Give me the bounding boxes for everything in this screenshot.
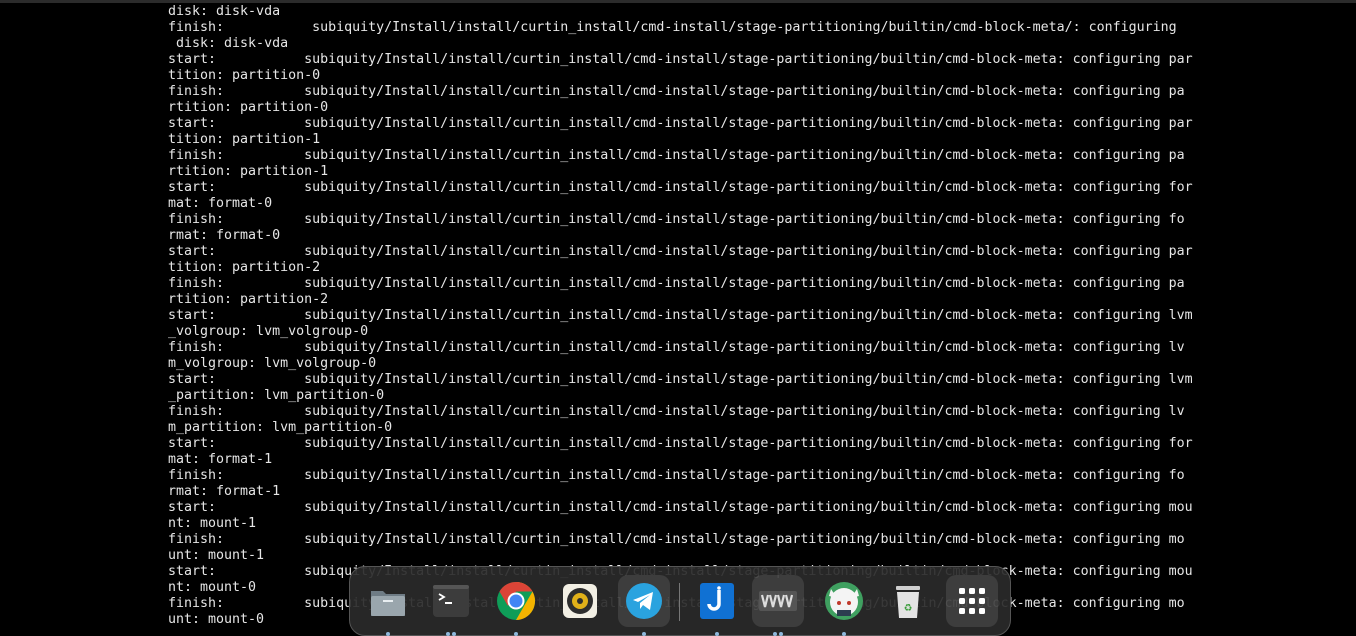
dock-item-chrome[interactable] bbox=[490, 575, 542, 636]
terminal-line: start: subiquity/Install/install/curtin_… bbox=[168, 52, 1193, 67]
terminal-line: m_partition: lvm_partition-0 bbox=[168, 420, 393, 435]
telegram-icon bbox=[626, 583, 662, 619]
terminal-line: start: subiquity/Install/install/curtin_… bbox=[168, 308, 1193, 323]
terminal-icon bbox=[433, 585, 469, 617]
dock-item-vmware[interactable] bbox=[752, 575, 804, 636]
dock-item-terminal[interactable] bbox=[425, 575, 477, 636]
terminal-line: rtition: partition-1 bbox=[168, 164, 329, 179]
dock: ♻ bbox=[349, 566, 1011, 636]
terminal-line: tition: partition-1 bbox=[168, 132, 321, 147]
terminal-line: _partition: lvm_partition-0 bbox=[168, 388, 385, 403]
show-apps-icon bbox=[959, 588, 985, 614]
terminal-output: disk: disk-vda finish: subiquity/Install/… bbox=[168, 4, 1208, 628]
terminal-line: start: subiquity/Install/install/curtin_… bbox=[168, 180, 1193, 195]
dock-item-joplin[interactable] bbox=[691, 575, 743, 636]
trash-icon: ♻ bbox=[896, 586, 920, 618]
terminal-line: nt: mount-1 bbox=[168, 516, 257, 531]
terminal-line: finish: subiquity/Install/install/curtin… bbox=[168, 84, 1185, 99]
terminal-line: mat: format-1 bbox=[168, 452, 273, 467]
running-indicator bbox=[425, 632, 477, 636]
terminal-line: finish: subiquity/Install/install/curtin… bbox=[168, 148, 1185, 163]
dock-item-rhythmbox[interactable] bbox=[554, 575, 606, 627]
dock-separator bbox=[679, 583, 680, 621]
terminal-line: finish: subiquity/Install/install/curtin… bbox=[168, 20, 1177, 35]
terminal-line: disk: disk-vda bbox=[168, 36, 289, 51]
terminal-line: unt: mount-1 bbox=[168, 548, 265, 563]
dock-item-anime-avatar[interactable] bbox=[818, 575, 870, 636]
dock-item-trash[interactable]: ♻ bbox=[882, 575, 934, 627]
terminal-line: finish: subiquity/Install/install/curtin… bbox=[168, 212, 1185, 227]
terminal-line: finish: subiquity/Install/install/curtin… bbox=[168, 532, 1185, 547]
dock-item-files[interactable] bbox=[362, 575, 414, 636]
dock-item-show-apps[interactable] bbox=[946, 575, 998, 627]
joplin-icon bbox=[700, 583, 734, 619]
terminal-line: mat: format-0 bbox=[168, 196, 273, 211]
terminal-line: finish: subiquity/Install/install/curtin… bbox=[168, 276, 1185, 291]
terminal-line: tition: partition-2 bbox=[168, 260, 321, 275]
running-indicator bbox=[618, 632, 670, 636]
terminal-line: start: subiquity/Install/install/curtin_… bbox=[168, 244, 1193, 259]
terminal-line: start: subiquity/Install/install/curtin_… bbox=[168, 436, 1193, 451]
terminal-line: start: subiquity/Install/install/curtin_… bbox=[168, 372, 1193, 387]
svg-text:♻: ♻ bbox=[904, 600, 912, 615]
vmware-icon bbox=[759, 591, 797, 611]
terminal-line: finish: subiquity/Install/install/curtin… bbox=[168, 468, 1185, 483]
terminal-line: rmat: format-0 bbox=[168, 228, 281, 243]
terminal-line: tition: partition-0 bbox=[168, 68, 321, 83]
chrome-icon bbox=[497, 581, 536, 621]
running-indicator bbox=[362, 632, 414, 636]
files-icon bbox=[371, 591, 405, 616]
terminal-line: start: subiquity/Install/install/curtin_… bbox=[168, 116, 1193, 131]
rhythmbox-icon bbox=[563, 584, 597, 618]
top-bar bbox=[0, 0, 1356, 3]
running-indicator bbox=[752, 632, 804, 636]
terminal-line: start: subiquity/Install/install/curtin_… bbox=[168, 500, 1193, 515]
terminal-line: m_volgroup: lvm_volgroup-0 bbox=[168, 356, 377, 371]
terminal-line: finish: subiquity/Install/install/curtin… bbox=[168, 340, 1185, 355]
terminal-line: finish: subiquity/Install/install/curtin… bbox=[168, 404, 1185, 419]
terminal-line: _volgroup: lvm_volgroup-0 bbox=[168, 324, 369, 339]
terminal-line: disk: disk-vda bbox=[168, 4, 281, 19]
dock-item-telegram[interactable] bbox=[618, 575, 670, 636]
running-indicator bbox=[818, 632, 870, 636]
anime-avatar-icon bbox=[825, 582, 863, 620]
running-indicator bbox=[490, 632, 542, 636]
running-indicator bbox=[691, 632, 743, 636]
terminal-line: rtition: partition-2 bbox=[168, 292, 329, 307]
terminal-line: rmat: format-1 bbox=[168, 484, 281, 499]
terminal-line: rtition: partition-0 bbox=[168, 100, 329, 115]
